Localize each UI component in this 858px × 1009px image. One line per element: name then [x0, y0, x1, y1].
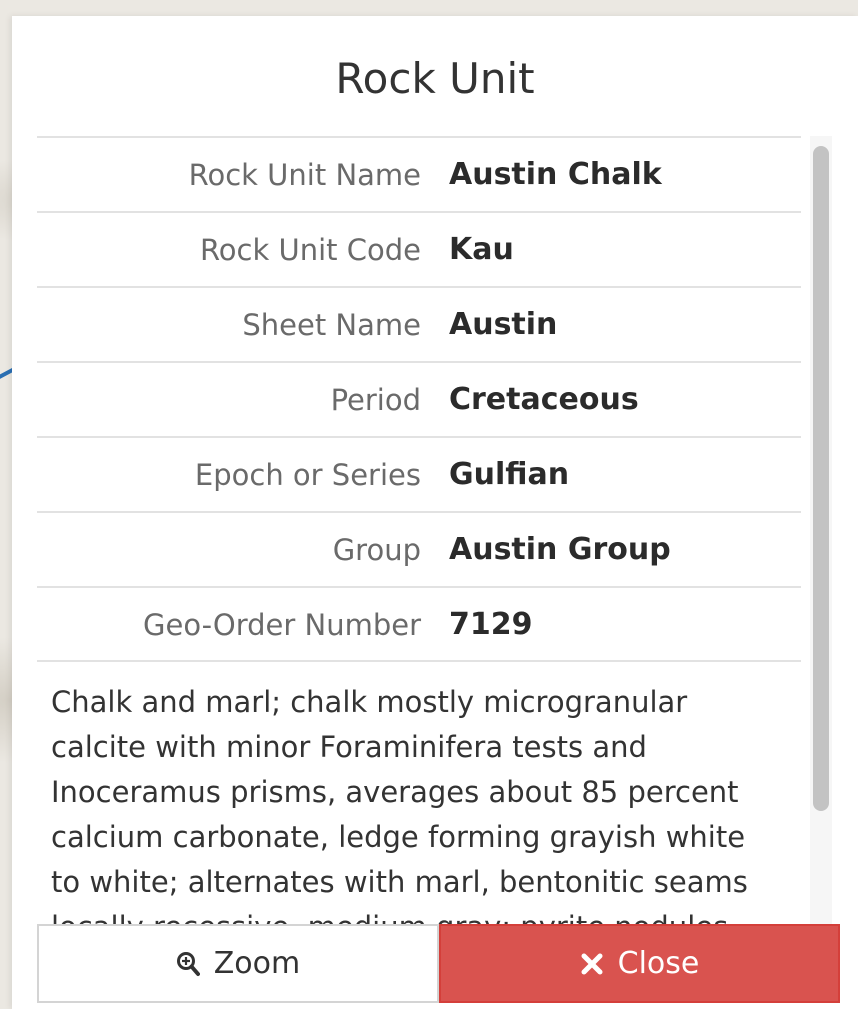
- table-row: Rock Unit Name Austin Chalk: [37, 136, 801, 210]
- table-row: Period Cretaceous: [37, 361, 801, 435]
- row-label: Epoch or Series: [194, 458, 421, 492]
- table-row: Epoch or Series Gulfian: [37, 436, 801, 510]
- row-value: 7129: [449, 607, 533, 642]
- row-value: Austin: [449, 307, 558, 342]
- magnifier-zoom-icon: [176, 951, 200, 977]
- row-value: Cretaceous: [449, 382, 639, 417]
- rock-unit-popup: Rock Unit Rock Unit Name Austin Chalk Ro…: [12, 16, 858, 1009]
- description-line: calcite with minor Foraminifera tests an…: [51, 730, 647, 764]
- zoom-button[interactable]: Zoom: [37, 924, 439, 1003]
- description-line: to white; alternates with marl, bentonit…: [51, 865, 748, 899]
- description-line: Chalk and marl; chalk mostly microgranul…: [51, 685, 688, 719]
- table-row: Sheet Name Austin: [37, 286, 801, 360]
- zoom-button-label: Zoom: [213, 946, 301, 981]
- close-button[interactable]: Close: [439, 924, 840, 1003]
- table-row: Rock Unit Code Kau: [37, 211, 801, 285]
- row-value: Austin Group: [449, 532, 671, 567]
- x-close-icon: [580, 952, 604, 976]
- table-row: Group Austin Group: [37, 511, 801, 585]
- row-label: Rock Unit Code: [199, 233, 421, 267]
- row-label: Geo-Order Number: [143, 608, 421, 642]
- description-line: Inoceramus prisms, averages about 85 per…: [51, 775, 739, 809]
- row-label: Group: [332, 533, 421, 567]
- row-value: Austin Chalk: [449, 157, 662, 192]
- row-label: Period: [330, 383, 421, 417]
- row-value: Kau: [449, 232, 514, 267]
- rock-unit-description: Chalk and marl; chalk mostly microgranul…: [37, 660, 801, 941]
- attribute-table[interactable]: Rock Unit Name Austin Chalk Rock Unit Co…: [37, 136, 801, 941]
- scrollbar[interactable]: [810, 136, 832, 941]
- row-label: Sheet Name: [242, 308, 421, 342]
- dialog-title: Rock Unit: [335, 54, 535, 103]
- table-row: Geo-Order Number 7129: [37, 586, 801, 660]
- close-button-label: Close: [617, 946, 700, 981]
- row-value: Gulfian: [449, 457, 570, 492]
- scrollbar-thumb[interactable]: [813, 146, 829, 811]
- row-label: Rock Unit Name: [188, 158, 421, 192]
- description-line: calcium carbonate, ledge forming grayish…: [51, 820, 746, 854]
